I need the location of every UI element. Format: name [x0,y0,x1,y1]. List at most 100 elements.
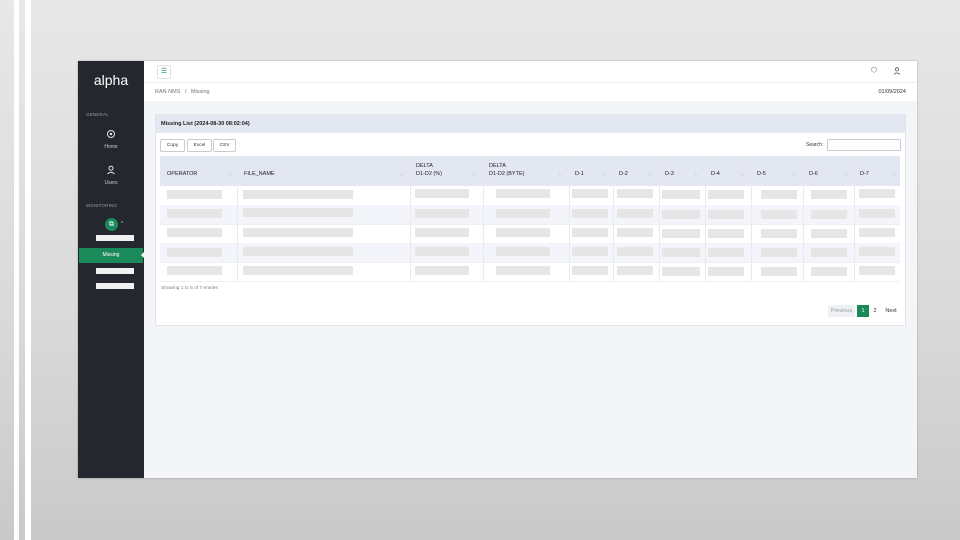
redacted-cell [761,267,797,276]
column-header-d1[interactable]: D-1 [575,170,584,178]
column-header-d6[interactable]: D-6 [809,170,818,178]
column-header-d3[interactable]: D-3 [665,170,674,178]
redacted-cell [761,210,797,219]
column-divider [569,156,570,281]
sidebar-item-missing[interactable]: Missing [79,248,143,263]
background-stripe [14,0,19,540]
table-row[interactable] [160,262,900,282]
column-divider [705,156,706,281]
sidebar-item-redacted[interactable] [96,268,134,274]
table-row[interactable] [160,186,900,206]
redacted-cell [859,228,895,237]
sort-icon[interactable]: ↑↓ [399,172,403,177]
monitoring-section-label: MONITORING [86,203,118,208]
column-divider [237,156,238,281]
redacted-cell [708,190,744,199]
sort-icon[interactable]: ↑↓ [558,172,562,177]
column-header-d4[interactable]: D-4 [711,170,720,178]
sidebar-item-home[interactable]: Home [78,128,144,150]
redacted-cell [617,209,653,218]
pagination-next[interactable]: Next [882,305,900,317]
sort-icon[interactable]: ↑↓ [891,172,895,177]
breadcrumb-separator: / [184,89,187,95]
monitoring-group-icon[interactable]: ⧉ [105,218,118,231]
sidebar-item-redacted[interactable] [96,283,134,289]
redacted-cell [617,189,653,198]
redacted-cell [761,248,797,257]
redacted-cell [859,209,895,218]
table-row[interactable] [160,224,900,244]
column-divider [659,156,660,281]
sort-icon[interactable]: ↑↓ [843,172,847,177]
redacted-cell [617,247,653,256]
copy-button[interactable]: Copy [160,139,185,152]
breadcrumb-parent[interactable]: RAN NMS [155,89,180,95]
column-divider [751,156,752,281]
sort-icon[interactable]: ↑↓ [694,172,698,177]
redacted-cell [572,209,608,218]
column-header-delta-percent[interactable]: DELTA D1-D2 (%) [416,162,442,178]
chevron-up-icon[interactable]: ^ [121,221,123,227]
redacted-cell [415,266,469,275]
breadcrumb: RAN NMS / Missing [155,89,210,95]
app-window: alpha GENERAL Home Users MONITORING ⧉ ^ … [78,61,917,478]
cube-icon[interactable]: ⬡ [869,66,879,76]
redacted-cell [708,248,744,257]
table-header: OPERATOR FILE_NAME DELTA D1-D2 (%) DELTA… [160,156,900,186]
background-stripe [25,0,31,540]
sort-icon[interactable]: ↑↓ [792,172,796,177]
pagination-page-2[interactable]: 2 [870,305,880,317]
redacted-cell [167,228,222,237]
sort-icon[interactable]: ↑↓ [648,172,652,177]
redacted-cell [811,210,847,219]
column-header-operator[interactable]: OPERATOR [167,170,197,178]
redacted-cell [243,190,353,199]
search-input[interactable] [827,139,901,151]
redacted-cell [662,267,700,276]
redacted-cell [572,266,608,275]
column-header-file-name[interactable]: FILE_NAME [244,170,275,178]
app-logo[interactable]: alpha [78,72,144,88]
pagination-previous[interactable]: Previous [828,305,855,317]
user-menu-icon[interactable] [892,66,902,76]
redacted-cell [859,189,895,198]
column-header-d5[interactable]: D-5 [757,170,766,178]
table-info: Showing 1 to 5 of 7 entries [161,286,218,291]
redacted-cell [572,247,608,256]
home-icon [107,130,115,138]
redacted-cell [708,229,744,238]
column-header-delta-byte[interactable]: DELTA D1-D2 (BYTE) [489,162,524,178]
sidebar-item-label: Users [104,180,118,186]
redacted-cell [243,228,353,237]
pagination-page-1[interactable]: 1 [857,305,869,317]
table-row[interactable] [160,205,900,225]
card-title: Missing List (2024-08-30 08:02:04) [161,121,250,127]
sidebar-item-redacted[interactable] [96,235,134,241]
csv-button[interactable]: CSV [213,139,236,152]
sort-icon[interactable]: ↑↓ [472,172,476,177]
sort-icon[interactable]: ↑↓ [227,172,231,177]
column-header-d2[interactable]: D-2 [619,170,628,178]
redacted-cell [811,190,847,199]
sidebar: alpha GENERAL Home Users MONITORING ⧉ ^ … [78,61,145,478]
redacted-cell [662,210,700,219]
redacted-cell [859,266,895,275]
redacted-cell [617,228,653,237]
column-header-d7[interactable]: D-7 [860,170,869,178]
table-row[interactable] [160,243,900,263]
menu-toggle-button[interactable]: ☰ [157,65,171,79]
column-divider [410,156,411,281]
sidebar-item-users[interactable]: Users [78,164,144,186]
redacted-cell [496,209,550,218]
sidebar-item-label: Home [104,144,118,150]
column-divider [483,156,484,281]
redacted-cell [761,190,797,199]
redacted-cell [415,209,469,218]
general-section-label: GENERAL [86,112,109,117]
excel-button[interactable]: Excel [187,139,212,152]
redacted-cell [708,267,744,276]
sort-icon[interactable]: ↑↓ [602,172,606,177]
sort-icon[interactable]: ↑↓ [740,172,744,177]
user-icon [893,67,901,75]
redacted-cell [617,266,653,275]
